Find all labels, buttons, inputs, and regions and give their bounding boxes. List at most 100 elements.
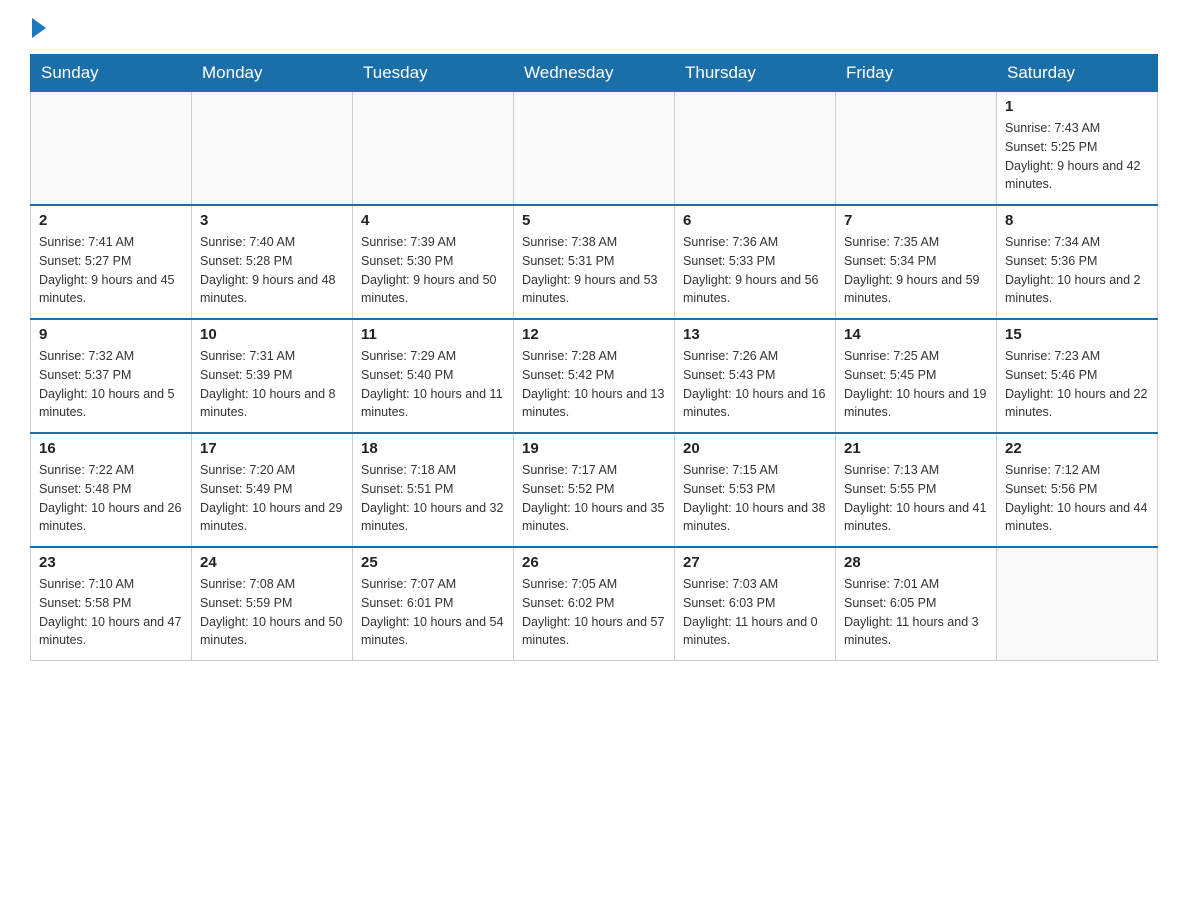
day-number: 5	[522, 212, 666, 229]
day-info: Sunrise: 7:35 AM Sunset: 5:34 PM Dayligh…	[844, 233, 988, 308]
day-info: Sunrise: 7:18 AM Sunset: 5:51 PM Dayligh…	[361, 461, 505, 536]
calendar-cell: 2 Sunrise: 7:41 AM Sunset: 5:27 PM Daylig…	[31, 205, 192, 319]
day-number: 10	[200, 326, 344, 343]
calendar-cell	[353, 92, 514, 206]
calendar-cell: 21 Sunrise: 7:13 AM Sunset: 5:55 PM Dayli…	[836, 433, 997, 547]
day-number: 14	[844, 326, 988, 343]
calendar-week-row: 23 Sunrise: 7:10 AM Sunset: 5:58 PM Dayli…	[31, 547, 1158, 661]
day-number: 16	[39, 440, 183, 457]
logo-arrow-icon	[32, 18, 46, 38]
day-info: Sunrise: 7:08 AM Sunset: 5:59 PM Dayligh…	[200, 575, 344, 650]
day-number: 15	[1005, 326, 1149, 343]
day-of-week-header: Monday	[192, 55, 353, 92]
calendar-cell: 12 Sunrise: 7:28 AM Sunset: 5:42 PM Dayli…	[514, 319, 675, 433]
day-number: 18	[361, 440, 505, 457]
calendar-header-row: SundayMondayTuesdayWednesdayThursdayFrid…	[31, 55, 1158, 92]
calendar-table: SundayMondayTuesdayWednesdayThursdayFrid…	[30, 54, 1158, 661]
calendar-cell	[836, 92, 997, 206]
day-number: 25	[361, 554, 505, 571]
calendar-cell: 22 Sunrise: 7:12 AM Sunset: 5:56 PM Dayli…	[997, 433, 1158, 547]
calendar-cell: 20 Sunrise: 7:15 AM Sunset: 5:53 PM Dayli…	[675, 433, 836, 547]
day-info: Sunrise: 7:17 AM Sunset: 5:52 PM Dayligh…	[522, 461, 666, 536]
day-info: Sunrise: 7:39 AM Sunset: 5:30 PM Dayligh…	[361, 233, 505, 308]
day-info: Sunrise: 7:38 AM Sunset: 5:31 PM Dayligh…	[522, 233, 666, 308]
day-info: Sunrise: 7:41 AM Sunset: 5:27 PM Dayligh…	[39, 233, 183, 308]
calendar-cell	[514, 92, 675, 206]
calendar-cell	[192, 92, 353, 206]
day-number: 8	[1005, 212, 1149, 229]
day-number: 20	[683, 440, 827, 457]
day-number: 6	[683, 212, 827, 229]
day-of-week-header: Tuesday	[353, 55, 514, 92]
calendar-cell: 18 Sunrise: 7:18 AM Sunset: 5:51 PM Dayli…	[353, 433, 514, 547]
day-number: 24	[200, 554, 344, 571]
calendar-cell: 3 Sunrise: 7:40 AM Sunset: 5:28 PM Daylig…	[192, 205, 353, 319]
calendar-cell	[997, 547, 1158, 661]
day-info: Sunrise: 7:13 AM Sunset: 5:55 PM Dayligh…	[844, 461, 988, 536]
logo	[30, 20, 46, 34]
calendar-cell: 1 Sunrise: 7:43 AM Sunset: 5:25 PM Daylig…	[997, 92, 1158, 206]
day-info: Sunrise: 7:23 AM Sunset: 5:46 PM Dayligh…	[1005, 347, 1149, 422]
calendar-cell: 16 Sunrise: 7:22 AM Sunset: 5:48 PM Dayli…	[31, 433, 192, 547]
day-of-week-header: Thursday	[675, 55, 836, 92]
day-number: 1	[1005, 98, 1149, 115]
day-info: Sunrise: 7:36 AM Sunset: 5:33 PM Dayligh…	[683, 233, 827, 308]
day-info: Sunrise: 7:32 AM Sunset: 5:37 PM Dayligh…	[39, 347, 183, 422]
day-number: 11	[361, 326, 505, 343]
day-of-week-header: Wednesday	[514, 55, 675, 92]
day-number: 19	[522, 440, 666, 457]
day-number: 23	[39, 554, 183, 571]
day-info: Sunrise: 7:29 AM Sunset: 5:40 PM Dayligh…	[361, 347, 505, 422]
calendar-cell: 10Sunrise: 7:31 AM Sunset: 5:39 PM Dayli…	[192, 319, 353, 433]
day-info: Sunrise: 7:40 AM Sunset: 5:28 PM Dayligh…	[200, 233, 344, 308]
calendar-cell: 5 Sunrise: 7:38 AM Sunset: 5:31 PM Daylig…	[514, 205, 675, 319]
day-info: Sunrise: 7:10 AM Sunset: 5:58 PM Dayligh…	[39, 575, 183, 650]
day-info: Sunrise: 7:28 AM Sunset: 5:42 PM Dayligh…	[522, 347, 666, 422]
day-of-week-header: Friday	[836, 55, 997, 92]
calendar-cell: 28 Sunrise: 7:01 AM Sunset: 6:05 PM Dayli…	[836, 547, 997, 661]
calendar-cell: 8 Sunrise: 7:34 AM Sunset: 5:36 PM Daylig…	[997, 205, 1158, 319]
calendar-cell: 11 Sunrise: 7:29 AM Sunset: 5:40 PM Dayli…	[353, 319, 514, 433]
calendar-cell: 19 Sunrise: 7:17 AM Sunset: 5:52 PM Dayli…	[514, 433, 675, 547]
calendar-cell: 15 Sunrise: 7:23 AM Sunset: 5:46 PM Dayli…	[997, 319, 1158, 433]
day-of-week-header: Saturday	[997, 55, 1158, 92]
day-info: Sunrise: 7:43 AM Sunset: 5:25 PM Dayligh…	[1005, 119, 1149, 194]
calendar-cell: 25 Sunrise: 7:07 AM Sunset: 6:01 PM Dayli…	[353, 547, 514, 661]
calendar-cell: 6 Sunrise: 7:36 AM Sunset: 5:33 PM Daylig…	[675, 205, 836, 319]
day-number: 17	[200, 440, 344, 457]
day-number: 9	[39, 326, 183, 343]
day-number: 12	[522, 326, 666, 343]
day-info: Sunrise: 7:05 AM Sunset: 6:02 PM Dayligh…	[522, 575, 666, 650]
day-info: Sunrise: 7:12 AM Sunset: 5:56 PM Dayligh…	[1005, 461, 1149, 536]
day-number: 27	[683, 554, 827, 571]
calendar-cell: 4 Sunrise: 7:39 AM Sunset: 5:30 PM Daylig…	[353, 205, 514, 319]
day-info: Sunrise: 7:15 AM Sunset: 5:53 PM Dayligh…	[683, 461, 827, 536]
day-info: Sunrise: 7:34 AM Sunset: 5:36 PM Dayligh…	[1005, 233, 1149, 308]
day-number: 4	[361, 212, 505, 229]
day-number: 13	[683, 326, 827, 343]
day-number: 28	[844, 554, 988, 571]
day-info: Sunrise: 7:07 AM Sunset: 6:01 PM Dayligh…	[361, 575, 505, 650]
day-of-week-header: Sunday	[31, 55, 192, 92]
calendar-week-row: 9 Sunrise: 7:32 AM Sunset: 5:37 PM Daylig…	[31, 319, 1158, 433]
day-info: Sunrise: 7:01 AM Sunset: 6:05 PM Dayligh…	[844, 575, 988, 650]
calendar-week-row: 1 Sunrise: 7:43 AM Sunset: 5:25 PM Daylig…	[31, 92, 1158, 206]
calendar-week-row: 16 Sunrise: 7:22 AM Sunset: 5:48 PM Dayli…	[31, 433, 1158, 547]
day-number: 2	[39, 212, 183, 229]
day-number: 3	[200, 212, 344, 229]
page-header	[30, 20, 1158, 34]
day-info: Sunrise: 7:25 AM Sunset: 5:45 PM Dayligh…	[844, 347, 988, 422]
calendar-cell: 17 Sunrise: 7:20 AM Sunset: 5:49 PM Dayli…	[192, 433, 353, 547]
day-info: Sunrise: 7:20 AM Sunset: 5:49 PM Dayligh…	[200, 461, 344, 536]
calendar-cell: 23 Sunrise: 7:10 AM Sunset: 5:58 PM Dayli…	[31, 547, 192, 661]
calendar-week-row: 2 Sunrise: 7:41 AM Sunset: 5:27 PM Daylig…	[31, 205, 1158, 319]
day-number: 21	[844, 440, 988, 457]
day-info: Sunrise: 7:22 AM Sunset: 5:48 PM Dayligh…	[39, 461, 183, 536]
calendar-cell	[31, 92, 192, 206]
day-number: 22	[1005, 440, 1149, 457]
day-number: 7	[844, 212, 988, 229]
day-number: 26	[522, 554, 666, 571]
calendar-cell	[675, 92, 836, 206]
calendar-cell: 7 Sunrise: 7:35 AM Sunset: 5:34 PM Daylig…	[836, 205, 997, 319]
calendar-cell: 13Sunrise: 7:26 AM Sunset: 5:43 PM Dayli…	[675, 319, 836, 433]
